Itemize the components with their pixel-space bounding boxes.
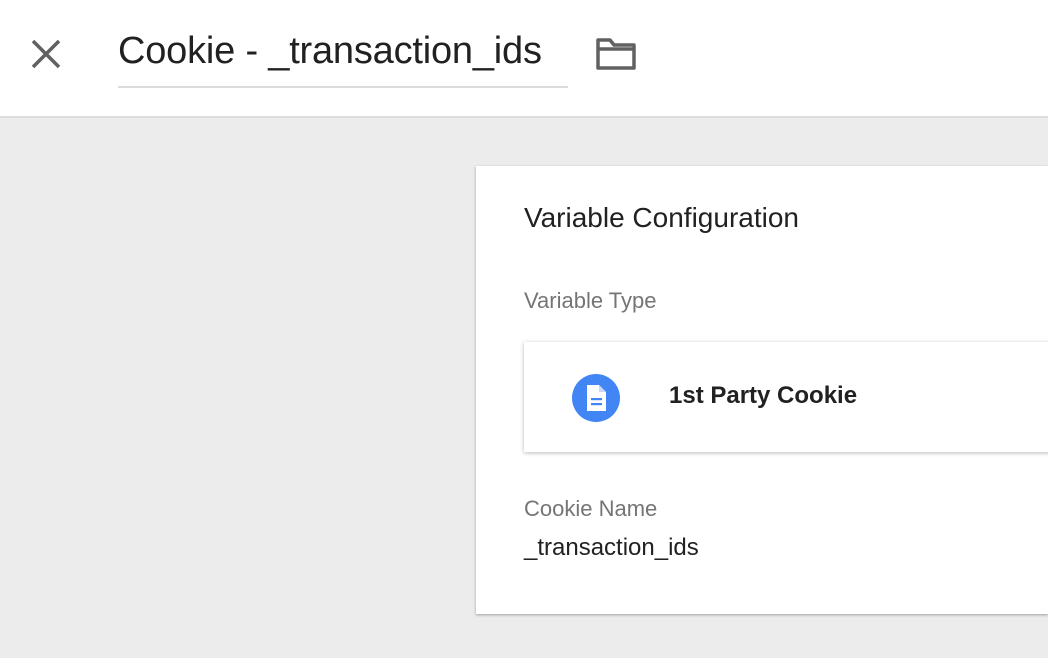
variable-type-name: 1st Party Cookie xyxy=(669,382,858,409)
variable-type-label: Variable Type xyxy=(524,288,657,313)
variable-type-selector[interactable]: 1st Party Cookie xyxy=(524,342,1048,452)
card-title: Variable Configuration xyxy=(524,202,799,233)
variable-configuration-card: Variable Configuration Variable Type 1st… xyxy=(476,166,1048,614)
cookie-name-value: _transaction_ids xyxy=(524,534,699,561)
close-button[interactable] xyxy=(26,34,66,74)
variable-type-icon-badge xyxy=(572,374,620,422)
close-icon xyxy=(31,39,61,69)
document-icon xyxy=(587,385,606,411)
variable-name-field[interactable]: Cookie - _transaction_ids xyxy=(118,26,568,88)
variable-name-text: Cookie - _transaction_ids xyxy=(118,30,542,72)
folder-icon xyxy=(596,38,636,70)
header-bar: Cookie - _transaction_ids xyxy=(0,0,1048,118)
folder-button[interactable] xyxy=(592,34,640,74)
cookie-name-label: Cookie Name xyxy=(524,496,658,521)
